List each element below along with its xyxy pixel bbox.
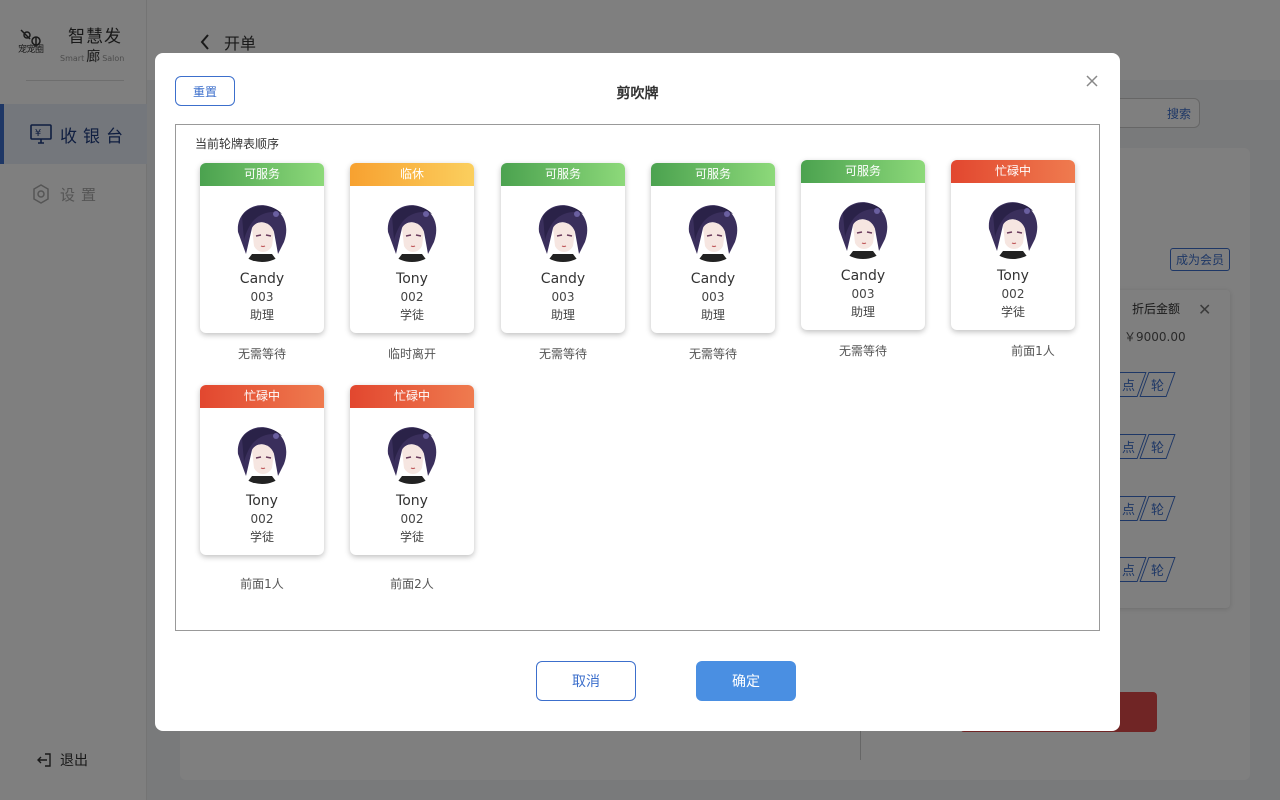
status-badge: 可服务	[801, 160, 925, 183]
avatar	[382, 202, 442, 262]
avatar	[833, 199, 893, 259]
staff-card[interactable]: 可服务 Candy 003 助理 无需等待	[200, 163, 324, 362]
staff-number: 003	[551, 290, 575, 304]
staff-card[interactable]: 可服务 Candy 003 助理 无需等待	[651, 163, 775, 362]
staff-card[interactable]: 忙碌中 Tony 002 学徒 前面1人	[951, 160, 1075, 359]
staff-card[interactable]: 临休 Tony 002 学徒 临时离开	[350, 163, 474, 362]
queue-list: 当前轮牌表顺序 可服务 Candy 003 助理 无需等待 临休 Tony 00…	[175, 124, 1100, 631]
staff-number: 002	[1001, 287, 1025, 301]
close-button[interactable]	[1082, 72, 1102, 92]
staff-number: 002	[400, 512, 424, 526]
wait-status: 无需等待	[838, 344, 887, 358]
staff-role: 助理	[850, 305, 875, 319]
staff-number: 003	[851, 287, 875, 301]
staff-card[interactable]: 可服务 Candy 003 助理 无需等待	[801, 160, 925, 359]
staff-number: 002	[250, 512, 274, 526]
staff-role: 助理	[249, 308, 274, 322]
staff-role: 助理	[700, 308, 725, 322]
wait-status: 无需等待	[688, 347, 737, 361]
staff-role: 学徒	[1000, 305, 1025, 319]
staff-number: 002	[400, 290, 424, 304]
status-badge: 忙碌中	[200, 385, 324, 408]
wait-status: 无需等待	[237, 347, 286, 361]
staff-card[interactable]: 可服务 Candy 003 助理 无需等待	[501, 163, 625, 362]
confirm-button[interactable]: 确定	[696, 661, 796, 701]
cancel-button[interactable]: 取消	[536, 661, 636, 701]
close-icon	[1086, 74, 1098, 87]
staff-name: Tony	[396, 271, 428, 287]
staff-role: 学徒	[399, 308, 424, 322]
staff-card[interactable]: 忙碌中 Tony 002 学徒 前面2人	[350, 385, 474, 592]
staff-name: Tony	[246, 493, 278, 509]
wait-status: 前面1人	[240, 577, 284, 591]
staff-name: Candy	[840, 268, 886, 284]
staff-name: Candy	[239, 271, 285, 287]
staff-role: 学徒	[399, 530, 424, 544]
staff-card[interactable]: 忙碌中 Tony 002 学徒 前面1人	[200, 385, 324, 592]
staff-number: 003	[701, 290, 725, 304]
staff-name: Tony	[997, 268, 1029, 284]
staff-number: 003	[250, 290, 274, 304]
wait-status: 前面2人	[390, 577, 434, 591]
staff-name: Candy	[540, 271, 586, 287]
modal-title: 剪吹牌	[616, 86, 659, 102]
staff-name: Candy	[690, 271, 736, 287]
avatar	[983, 199, 1043, 259]
status-badge: 可服务	[501, 163, 625, 186]
status-badge: 可服务	[200, 163, 324, 186]
avatar	[382, 424, 442, 484]
status-badge: 可服务	[651, 163, 775, 186]
status-badge: 临休	[350, 163, 474, 186]
wait-status: 无需等待	[538, 347, 587, 361]
queue-modal: 重置 剪吹牌 当前轮牌表顺序 可服务 Candy 003 助理 无需等待 临休 …	[155, 53, 1120, 731]
queue-label: 当前轮牌表顺序	[195, 137, 280, 151]
staff-role: 助理	[550, 308, 575, 322]
status-badge: 忙碌中	[951, 160, 1075, 183]
avatar	[232, 202, 292, 262]
status-badge: 忙碌中	[350, 385, 474, 408]
wait-status: 前面1人	[1011, 344, 1055, 358]
staff-name: Tony	[396, 493, 428, 509]
avatar	[683, 202, 743, 262]
avatar	[232, 424, 292, 484]
avatar	[533, 202, 593, 262]
wait-status: 临时离开	[387, 347, 436, 361]
staff-role: 学徒	[249, 530, 274, 544]
